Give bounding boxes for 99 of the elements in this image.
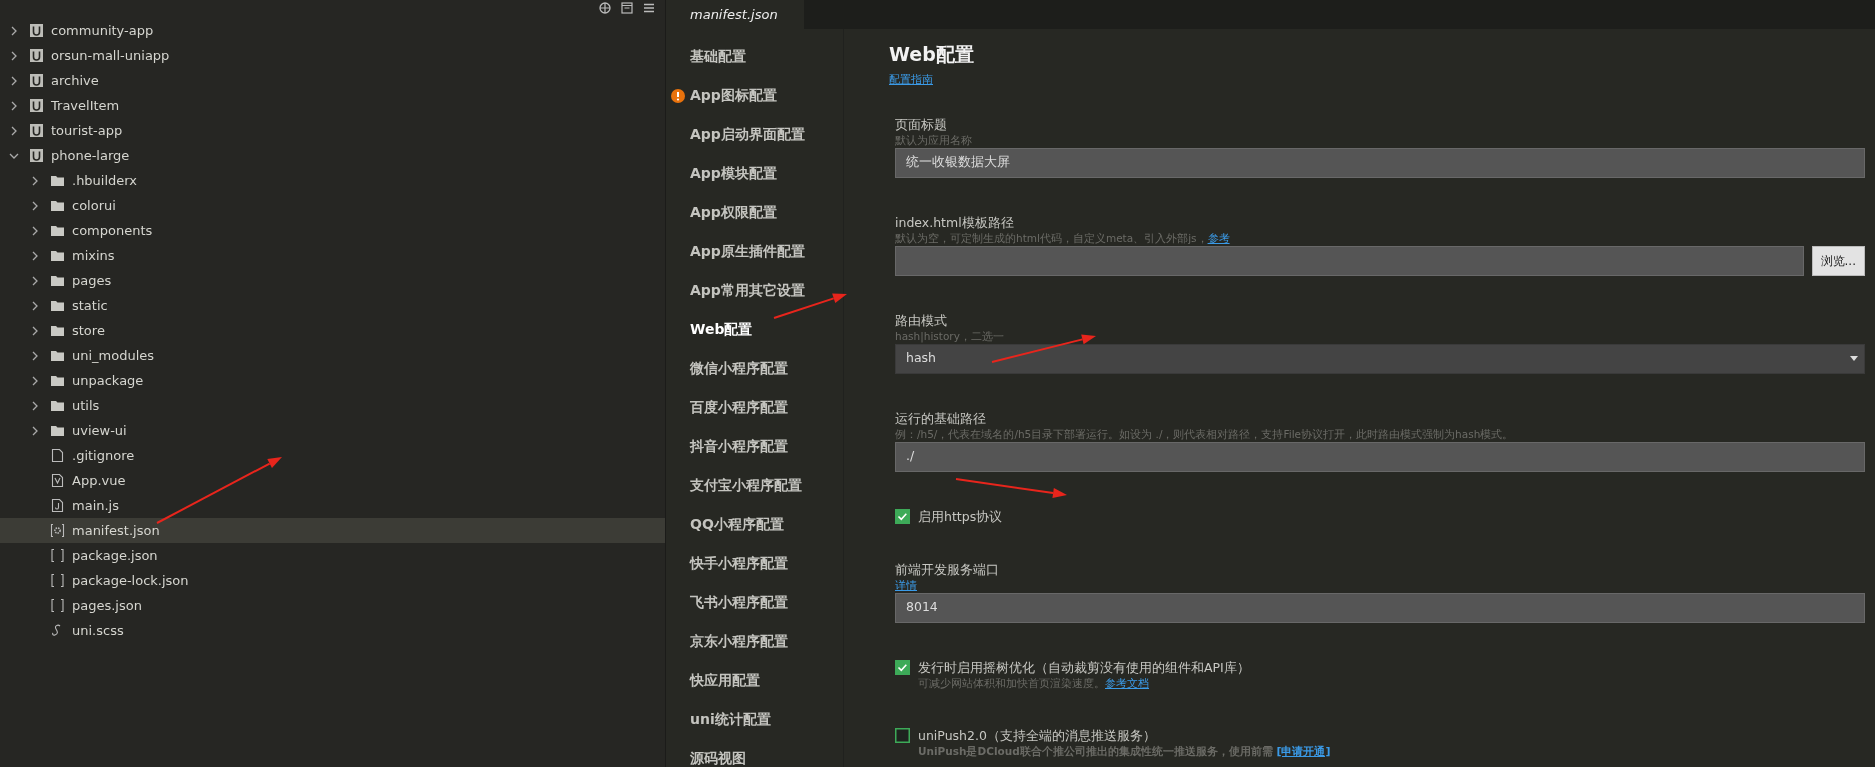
nav-item[interactable]: App图标配置 xyxy=(666,76,843,115)
project-icon xyxy=(29,123,44,138)
folder-icon xyxy=(50,248,65,263)
project-icon xyxy=(29,98,44,113)
tree-item[interactable]: main.js xyxy=(0,493,665,518)
nav-item[interactable]: 基础配置 xyxy=(666,37,843,76)
browse-button[interactable]: 浏览... xyxy=(1811,245,1865,276)
text-field[interactable]: ./ xyxy=(895,441,1865,472)
menu-icon[interactable] xyxy=(643,2,655,14)
folder-icon xyxy=(50,198,65,213)
tree-item[interactable]: components xyxy=(0,218,665,243)
folder-icon xyxy=(50,423,65,438)
text-field[interactable]: 统一收银数据大屏 xyxy=(895,147,1865,178)
folder-icon xyxy=(50,398,65,413)
tree-item[interactable]: community-app xyxy=(0,18,665,43)
locate-icon[interactable] xyxy=(599,2,611,14)
tree-item[interactable]: manifest.json xyxy=(0,518,665,543)
project-icon xyxy=(29,73,44,88)
nav-item[interactable]: uni统计配置 xyxy=(666,700,843,739)
tree-item[interactable]: package.json xyxy=(0,543,665,568)
field-label: 页面标题 xyxy=(895,115,948,133)
tree-item[interactable]: pages xyxy=(0,268,665,293)
tree-item[interactable]: store xyxy=(0,318,665,343)
collapse-icon[interactable] xyxy=(621,2,633,14)
nav-item[interactable]: 飞书小程序配置 xyxy=(666,583,843,622)
field-label: 路由模式 xyxy=(895,311,948,329)
js-file-icon xyxy=(50,498,65,513)
nav-item[interactable]: Web配置 xyxy=(666,310,843,349)
reference-link[interactable]: 参考文档 xyxy=(1105,676,1149,690)
tree-item[interactable]: static xyxy=(0,293,665,318)
text-field[interactable]: 8014 xyxy=(895,592,1865,623)
checkbox[interactable] xyxy=(895,727,910,743)
nav-item[interactable]: 百度小程序配置 xyxy=(666,388,843,427)
checkbox-label: uniPush2.0（支持全端的消息推送服务） xyxy=(918,726,1157,744)
brackets-icon xyxy=(50,573,65,588)
field-label: 前端开发服务端口 xyxy=(895,560,1000,578)
field-hint: UniPush是DCloud联合个推公司推出的集成性统一推送服务，使用前需 [申请开通] xyxy=(918,743,1331,759)
project-icon xyxy=(29,48,44,63)
nav-item[interactable]: 微信小程序配置 xyxy=(666,349,843,388)
tree-item[interactable]: utils xyxy=(0,393,665,418)
project-icon xyxy=(29,23,44,38)
nav-item[interactable]: App启动界面配置 xyxy=(666,115,843,154)
checkbox-label: 启用https协议 xyxy=(918,507,1003,525)
field-hint: 例：/h5/，代表在域名的/h5目录下部署运行。如设为 ./，则代表相对路径，支持File协议打开，此时路由模式强制为hash模式。 xyxy=(895,426,1515,442)
tree-item[interactable]: archive xyxy=(0,68,665,93)
folder-icon xyxy=(50,323,65,338)
dropdown-caret-icon xyxy=(1850,356,1858,362)
field-label: index.html模板路径 xyxy=(895,213,1015,231)
tree-item[interactable]: .gitignore xyxy=(0,443,665,468)
nav-item[interactable]: 源码视图 xyxy=(666,739,843,767)
file-icon xyxy=(50,448,65,463)
nav-item[interactable]: 抖音小程序配置 xyxy=(666,427,843,466)
page-title: Web配置 xyxy=(889,43,975,66)
tree-item[interactable]: colorui xyxy=(0,193,665,218)
checkbox[interactable] xyxy=(895,659,910,675)
tree-item[interactable]: unpackage xyxy=(0,368,665,393)
tree-item[interactable]: orsun-mall-uniapp xyxy=(0,43,665,68)
tree-item[interactable]: uni_modules xyxy=(0,343,665,368)
tree-item[interactable]: App.vue xyxy=(0,468,665,493)
tree-item[interactable]: pages.json xyxy=(0,593,665,618)
gear-file-icon xyxy=(50,523,65,538)
tree-item[interactable]: mixins xyxy=(0,243,665,268)
editor-tab[interactable]: manifest.json xyxy=(666,0,804,29)
tree-item[interactable]: .hbuilderx xyxy=(0,168,665,193)
folder-icon xyxy=(50,373,65,388)
nav-item[interactable]: App权限配置 xyxy=(666,193,843,232)
nav-item[interactable]: App常用其它设置 xyxy=(666,271,843,310)
reference-link[interactable]: [申请开通] xyxy=(1276,744,1331,758)
folder-icon xyxy=(50,273,65,288)
tree-item[interactable]: package-lock.json xyxy=(0,568,665,593)
tree-item[interactable]: TravelItem xyxy=(0,93,665,118)
folder-icon xyxy=(50,298,65,313)
nav-item[interactable]: App模块配置 xyxy=(666,154,843,193)
nav-item[interactable]: 快应用配置 xyxy=(666,661,843,700)
nav-item[interactable]: QQ小程序配置 xyxy=(666,505,843,544)
nav-item[interactable]: App原生插件配置 xyxy=(666,232,843,271)
path-field[interactable] xyxy=(895,245,1804,276)
tree-item[interactable]: uview-ui xyxy=(0,418,665,443)
nav-item[interactable]: 快手小程序配置 xyxy=(666,544,843,583)
reference-link[interactable]: 详情 xyxy=(895,578,917,592)
tree-item[interactable]: uni.scss xyxy=(0,618,665,643)
reference-link[interactable]: 参考 xyxy=(1207,231,1230,245)
guide-link[interactable]: 配置指南 xyxy=(889,72,933,86)
tree-item[interactable]: phone-large xyxy=(0,143,665,168)
nav-item[interactable]: 支付宝小程序配置 xyxy=(666,466,843,505)
checkbox-label: 发行时启用摇树优化（自动裁剪没有使用的组件和API库） xyxy=(918,658,1250,676)
checkbox[interactable] xyxy=(895,508,910,524)
vue-file-icon xyxy=(50,473,65,488)
folder-icon xyxy=(50,348,65,363)
brackets-icon xyxy=(50,598,65,613)
field-label: 运行的基础路径 xyxy=(895,409,987,427)
field-hint: 默认为应用名称 xyxy=(895,132,973,148)
brackets-icon xyxy=(50,548,65,563)
nav-item[interactable]: 京东小程序配置 xyxy=(666,622,843,661)
project-icon xyxy=(29,148,44,163)
tree-item[interactable]: tourist-app xyxy=(0,118,665,143)
select-field[interactable]: hash xyxy=(895,343,1865,374)
folder-icon xyxy=(50,173,65,188)
folder-icon xyxy=(50,223,65,238)
